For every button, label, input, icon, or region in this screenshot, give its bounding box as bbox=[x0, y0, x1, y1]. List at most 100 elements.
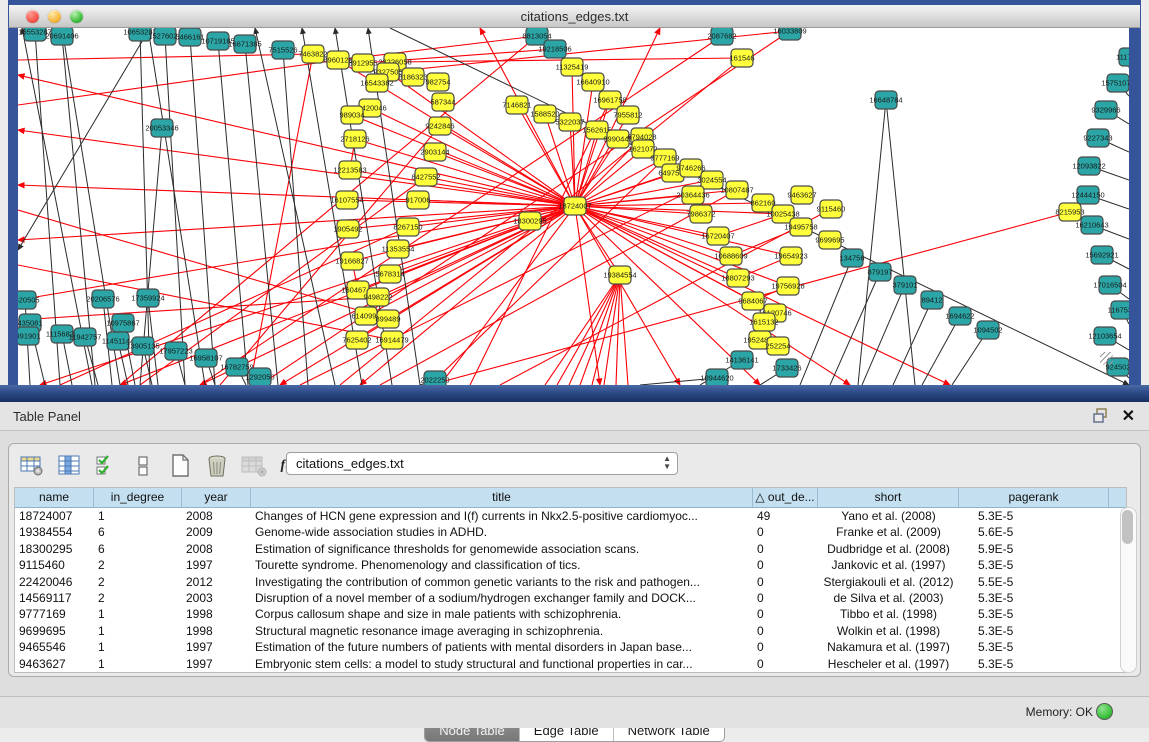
table-settings-icon[interactable] bbox=[19, 453, 45, 479]
graph-node[interactable]: 9463627 bbox=[787, 186, 816, 204]
table-scrollbar[interactable] bbox=[1120, 507, 1137, 673]
graph-node[interactable]: 917006 bbox=[405, 191, 430, 209]
graph-node[interactable]: 19756928 bbox=[771, 277, 804, 295]
network-view[interactable]: 1872400771468211588520532203715626159990… bbox=[18, 28, 1129, 385]
graph-node[interactable]: 20691406 bbox=[45, 28, 78, 45]
graph-node[interactable]: 1615132 bbox=[749, 313, 778, 331]
graph-node[interactable]: 10944620 bbox=[700, 369, 733, 385]
graph-node[interactable]: 252254 bbox=[765, 337, 790, 355]
graph-node[interactable]: 899489 bbox=[375, 310, 400, 328]
delete-trash-icon[interactable] bbox=[204, 453, 230, 479]
graph-edge[interactable] bbox=[388, 72, 575, 206]
graph-node[interactable]: 9242846 bbox=[425, 117, 454, 135]
graph-node[interactable]: 1094502 bbox=[973, 321, 1002, 339]
graph-node[interactable]: 2520505 bbox=[18, 291, 40, 309]
column-header[interactable]: year bbox=[182, 488, 251, 507]
memory-status-icon[interactable] bbox=[1096, 703, 1113, 720]
graph-node[interactable]: 2718126 bbox=[340, 130, 369, 148]
graph-node[interactable]: 6466161 bbox=[175, 28, 204, 46]
table-row[interactable]: 911546021997Tourette syndrome. Phenomeno… bbox=[15, 557, 1126, 573]
graph-node[interactable]: 1117254 bbox=[1116, 48, 1129, 66]
graph-node[interactable]: 1292050 bbox=[245, 368, 274, 385]
graph-node[interactable]: 7515526 bbox=[268, 41, 297, 59]
graph-node[interactable]: 2022250 bbox=[420, 371, 449, 385]
graph-node[interactable]: 7955812 bbox=[613, 106, 642, 124]
table-panel-header[interactable]: Table Panel ✕ bbox=[0, 402, 1149, 431]
table-scrollbar-thumb[interactable] bbox=[1122, 510, 1133, 544]
graph-node[interactable]: 19384554 bbox=[603, 266, 636, 284]
graph-edge[interactable] bbox=[148, 28, 205, 385]
graph-edge[interactable] bbox=[620, 275, 628, 385]
graph-node[interactable]: 879197 bbox=[867, 263, 892, 281]
graph-node[interactable]: 17359924 bbox=[131, 289, 164, 307]
graph-edge[interactable] bbox=[255, 28, 335, 385]
graph-edge[interactable] bbox=[120, 36, 537, 385]
graph-node[interactable]: 8186323 bbox=[398, 68, 427, 86]
graph-node[interactable]: 379101 bbox=[892, 276, 917, 294]
graph-node[interactable]: 9684067 bbox=[738, 292, 767, 310]
graph-edge[interactable] bbox=[18, 297, 378, 320]
table-row[interactable]: 977716911998Corpus callosum shape and si… bbox=[15, 606, 1126, 622]
graph-edge[interactable] bbox=[408, 206, 575, 227]
graph-edge[interactable] bbox=[18, 28, 150, 250]
table-column-icon[interactable] bbox=[56, 453, 82, 479]
column-header[interactable]: name bbox=[15, 488, 94, 507]
graph-edge[interactable] bbox=[18, 206, 575, 300]
graph-edge[interactable] bbox=[575, 149, 643, 206]
graph-node[interactable]: 15751074 bbox=[1101, 74, 1129, 92]
window-resize-grip[interactable] bbox=[1100, 352, 1113, 365]
graph-node[interactable]: 8267150 bbox=[393, 218, 422, 236]
graph-edge[interactable] bbox=[580, 275, 620, 385]
graph-edge[interactable] bbox=[862, 285, 905, 385]
graph-node[interactable]: 11353554 bbox=[382, 240, 415, 258]
close-panel-icon[interactable]: ✕ bbox=[1122, 406, 1135, 426]
graph-edge[interactable] bbox=[575, 206, 680, 385]
graph-edge[interactable] bbox=[18, 185, 575, 206]
column-header[interactable]: title bbox=[251, 488, 753, 507]
graph-node[interactable]: 587344 bbox=[430, 93, 455, 111]
graph-node[interactable]: 7625402 bbox=[342, 331, 371, 349]
table-row[interactable]: 1872400712008Changes of HCN gene express… bbox=[15, 508, 1126, 524]
graph-edge[interactable] bbox=[800, 258, 852, 385]
graph-node[interactable]: 2903144 bbox=[420, 143, 449, 161]
graph-node[interactable]: 19654923 bbox=[774, 247, 807, 265]
graph-node[interactable]: 9329966 bbox=[1091, 101, 1120, 119]
graph-edge[interactable] bbox=[922, 316, 960, 385]
graph-node[interactable]: 161546 bbox=[729, 49, 754, 67]
graph-node[interactable]: 16107554 bbox=[330, 191, 363, 209]
graph-node[interactable]: 16648784 bbox=[869, 91, 902, 109]
graph-edge[interactable] bbox=[18, 54, 313, 60]
table-row[interactable]: 946554611997Estimation of the future num… bbox=[15, 639, 1126, 655]
graph-node[interactable]: 17016504 bbox=[1093, 276, 1126, 294]
graph-node[interactable]: 12444150 bbox=[1071, 186, 1104, 204]
graph-node[interactable]: 12213583 bbox=[333, 161, 366, 179]
row-checklist-icon[interactable] bbox=[93, 453, 119, 479]
graph-edge[interactable] bbox=[190, 37, 215, 385]
table-row[interactable]: 1830029562008Estimation of significance … bbox=[15, 541, 1126, 557]
column-header[interactable]: △ out_de... bbox=[753, 488, 818, 507]
graph-node[interactable]: 9227343 bbox=[1083, 129, 1112, 147]
graph-node[interactable]: 1905492 bbox=[333, 220, 362, 238]
column-header[interactable]: pagerank bbox=[959, 488, 1109, 507]
graph-node[interactable]: 5678314 bbox=[375, 265, 404, 283]
new-document-icon[interactable] bbox=[167, 453, 193, 479]
column-header[interactable]: in_degree bbox=[94, 488, 182, 507]
network-window-titlebar[interactable]: citations_edges.txt bbox=[8, 5, 1141, 28]
graph-node[interactable]: 5322037 bbox=[555, 113, 584, 131]
graph-node[interactable]: 16958107 bbox=[189, 349, 222, 367]
float-panel-icon[interactable] bbox=[1093, 408, 1109, 423]
table-row[interactable]: 2242004622012Investigating the contribut… bbox=[15, 574, 1126, 590]
table-row[interactable]: 969969511998Structural magnetic resonanc… bbox=[15, 623, 1126, 639]
graph-edge[interactable] bbox=[218, 41, 248, 385]
graph-node[interactable]: 14136141 bbox=[725, 351, 758, 369]
graph-node[interactable]: 10688609 bbox=[714, 247, 747, 265]
graph-node[interactable]: 1733426 bbox=[772, 359, 801, 377]
table-row[interactable]: 1938455462009Genome-wide association stu… bbox=[15, 524, 1126, 540]
graph-edge[interactable] bbox=[858, 100, 886, 385]
graph-node[interactable]: 9699695 bbox=[815, 231, 844, 249]
graph-node[interactable]: 989034 bbox=[339, 106, 364, 124]
column-header[interactable]: short bbox=[818, 488, 959, 507]
table-selector-dropdown[interactable]: citations_edges.txt ▲▼ bbox=[286, 452, 678, 475]
graph-node[interactable]: 7986372 bbox=[686, 205, 715, 223]
graph-edge[interactable] bbox=[352, 115, 575, 206]
